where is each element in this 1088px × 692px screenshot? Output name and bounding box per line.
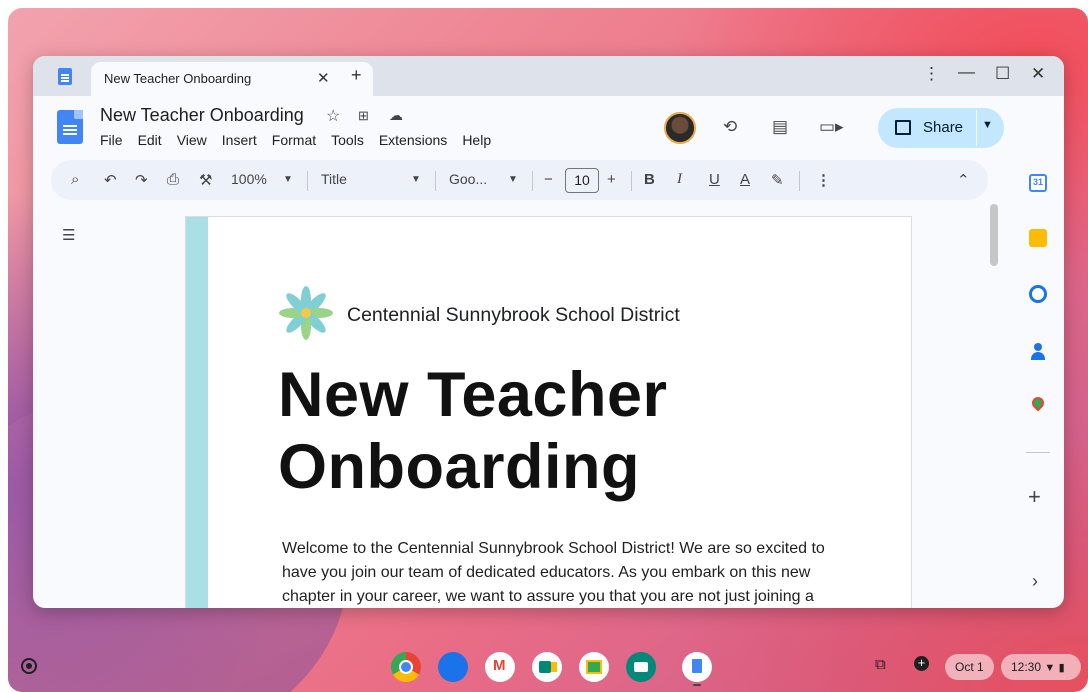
toolbar-separator <box>532 171 533 191</box>
toolbar-separator <box>799 171 800 191</box>
docs-logo-icon[interactable] <box>57 110 83 144</box>
heading-line-1: New Teacher <box>278 360 668 430</box>
calendar-icon[interactable]: 31 <box>1029 174 1047 192</box>
menu-extensions[interactable]: Extensions <box>379 132 447 148</box>
document-page[interactable]: Centennial Sunnybrook School District Ne… <box>185 216 912 608</box>
menu-bar: File Edit View Insert Format Tools Exten… <box>100 132 506 148</box>
side-panel-separator <box>1026 452 1050 453</box>
menu-view[interactable]: View <box>177 132 207 148</box>
maps-icon[interactable] <box>1029 394 1047 415</box>
new-tab-button[interactable]: + <box>351 65 362 86</box>
menu-edit[interactable]: Edit <box>138 132 162 148</box>
underline-icon[interactable]: U <box>709 171 720 188</box>
tab-strip: New Teacher Onboarding ✕ + ⋮ — ☐ ✕ <box>33 56 1064 96</box>
clock: 12:30 <box>1011 660 1042 674</box>
font-dropdown-icon[interactable]: ▼ <box>508 174 518 185</box>
share-button[interactable]: Share ▼ <box>878 108 1004 148</box>
zoom-dropdown-icon[interactable]: ▼ <box>283 174 293 185</box>
status-tray[interactable]: 12:30 ▼ ▮ <box>1001 654 1081 680</box>
style-dropdown-icon[interactable]: ▼ <box>411 174 421 185</box>
avatar[interactable] <box>664 112 696 144</box>
toolbar-separator <box>435 171 436 191</box>
meet-icon[interactable]: ▭▸ <box>819 117 844 137</box>
docs-favicon-icon <box>58 68 72 85</box>
district-logo-icon <box>279 286 333 340</box>
menu-insert[interactable]: Insert <box>222 132 257 148</box>
share-label: Share <box>923 119 964 136</box>
building-icon <box>895 120 911 135</box>
page-accent-band <box>186 217 208 608</box>
screencast-icon[interactable] <box>626 652 656 682</box>
wifi-icon: ▼ <box>1044 662 1056 674</box>
keep-icon[interactable] <box>1029 229 1047 247</box>
heading-line-2: Onboarding <box>278 432 640 502</box>
menu-help[interactable]: Help <box>462 132 491 148</box>
browser-window: New Teacher Onboarding ✕ + ⋮ — ☐ ✕ New T… <box>33 56 1064 608</box>
paint-format-icon[interactable]: ⚒ <box>199 171 212 189</box>
files-icon[interactable] <box>438 652 468 682</box>
star-icon[interactable]: ☆ <box>326 106 340 126</box>
district-name: Centennial Sunnybrook School District <box>347 304 680 326</box>
menu-file[interactable]: File <box>100 132 123 148</box>
text-color-icon[interactable]: A <box>740 171 750 188</box>
outline-icon[interactable]: ☰ <box>62 226 75 244</box>
bold-icon[interactable]: B <box>644 171 655 188</box>
maximize-icon[interactable]: ☐ <box>995 64 1010 84</box>
gmail-icon[interactable]: M <box>485 652 515 682</box>
highlight-icon[interactable]: ✎ <box>771 171 784 189</box>
toolbar-separator <box>307 171 308 191</box>
minimize-icon[interactable]: — <box>958 62 975 82</box>
menu-tools[interactable]: Tools <box>331 132 364 148</box>
tab-docs[interactable]: New Teacher Onboarding ✕ <box>91 62 373 96</box>
docs-app-icon[interactable] <box>682 652 712 682</box>
increase-font-size-icon[interactable]: + <box>607 171 616 188</box>
more-options-icon[interactable]: ⋮ <box>816 171 831 189</box>
zoom-select[interactable]: 100% <box>231 171 267 187</box>
comments-icon[interactable]: ▤ <box>772 117 788 137</box>
toolbar-separator <box>631 171 632 191</box>
font-select[interactable]: Goo... <box>449 171 487 187</box>
body-paragraph: Welcome to the Centennial Sunnybrook Sch… <box>282 540 825 605</box>
calendar-day: 31 <box>1033 177 1044 187</box>
vertical-scrollbar[interactable] <box>990 204 998 266</box>
close-window-icon[interactable]: ✕ <box>1031 64 1045 84</box>
search-menus-icon[interactable]: ⌕ <box>71 171 79 188</box>
formatting-toolbar: ⌕ ↶ ↷ ⎙ ⚒ 100% ▼ Title ▼ Goo... ▼ − 10 +… <box>51 160 988 200</box>
contacts-icon[interactable] <box>1029 342 1047 360</box>
get-addons-icon[interactable]: + <box>1028 484 1041 510</box>
quick-add-icon[interactable]: + <box>914 656 929 671</box>
tote-icon[interactable]: ⧉ <box>875 656 886 673</box>
print-icon[interactable]: ⎙ <box>167 171 179 188</box>
chrome-icon[interactable] <box>391 652 421 682</box>
version-history-icon[interactable]: ⟲ <box>723 117 737 137</box>
redo-icon[interactable]: ↷ <box>135 171 148 189</box>
classroom-icon[interactable] <box>579 652 609 682</box>
document-title[interactable]: New Teacher Onboarding <box>100 105 304 126</box>
decrease-font-size-icon[interactable]: − <box>544 171 553 188</box>
tasks-icon[interactable] <box>1029 285 1047 303</box>
paragraph-style-select[interactable]: Title <box>321 171 347 187</box>
collapse-toolbar-icon[interactable]: ⌃ <box>957 171 970 189</box>
menu-format[interactable]: Format <box>272 132 316 148</box>
hide-side-panel-icon[interactable]: › <box>1032 571 1038 592</box>
move-folder-icon[interactable]: ⊞ <box>358 108 369 124</box>
cloud-status-icon[interactable]: ☁ <box>389 107 403 124</box>
italic-icon[interactable]: I <box>677 171 682 188</box>
share-divider <box>976 110 977 146</box>
tab-close-icon[interactable]: ✕ <box>317 69 330 87</box>
meet-app-icon[interactable] <box>532 652 562 682</box>
tab-title: New Teacher Onboarding <box>104 71 252 86</box>
battery-icon: ▮ <box>1058 662 1065 674</box>
browser-menu-icon[interactable]: ⋮ <box>923 64 940 84</box>
document-heading: New Teacher Onboarding <box>278 359 668 503</box>
launcher-icon[interactable] <box>21 658 37 674</box>
date-indicator[interactable]: Oct 1 <box>945 654 994 680</box>
running-indicator <box>693 684 701 686</box>
font-size-input[interactable]: 10 <box>565 168 599 193</box>
undo-icon[interactable]: ↶ <box>104 171 117 189</box>
system-shelf: M ⧉ + Oct 1 12:30 ▼ ▮ <box>8 646 1088 688</box>
share-dropdown-icon[interactable]: ▼ <box>982 119 993 131</box>
